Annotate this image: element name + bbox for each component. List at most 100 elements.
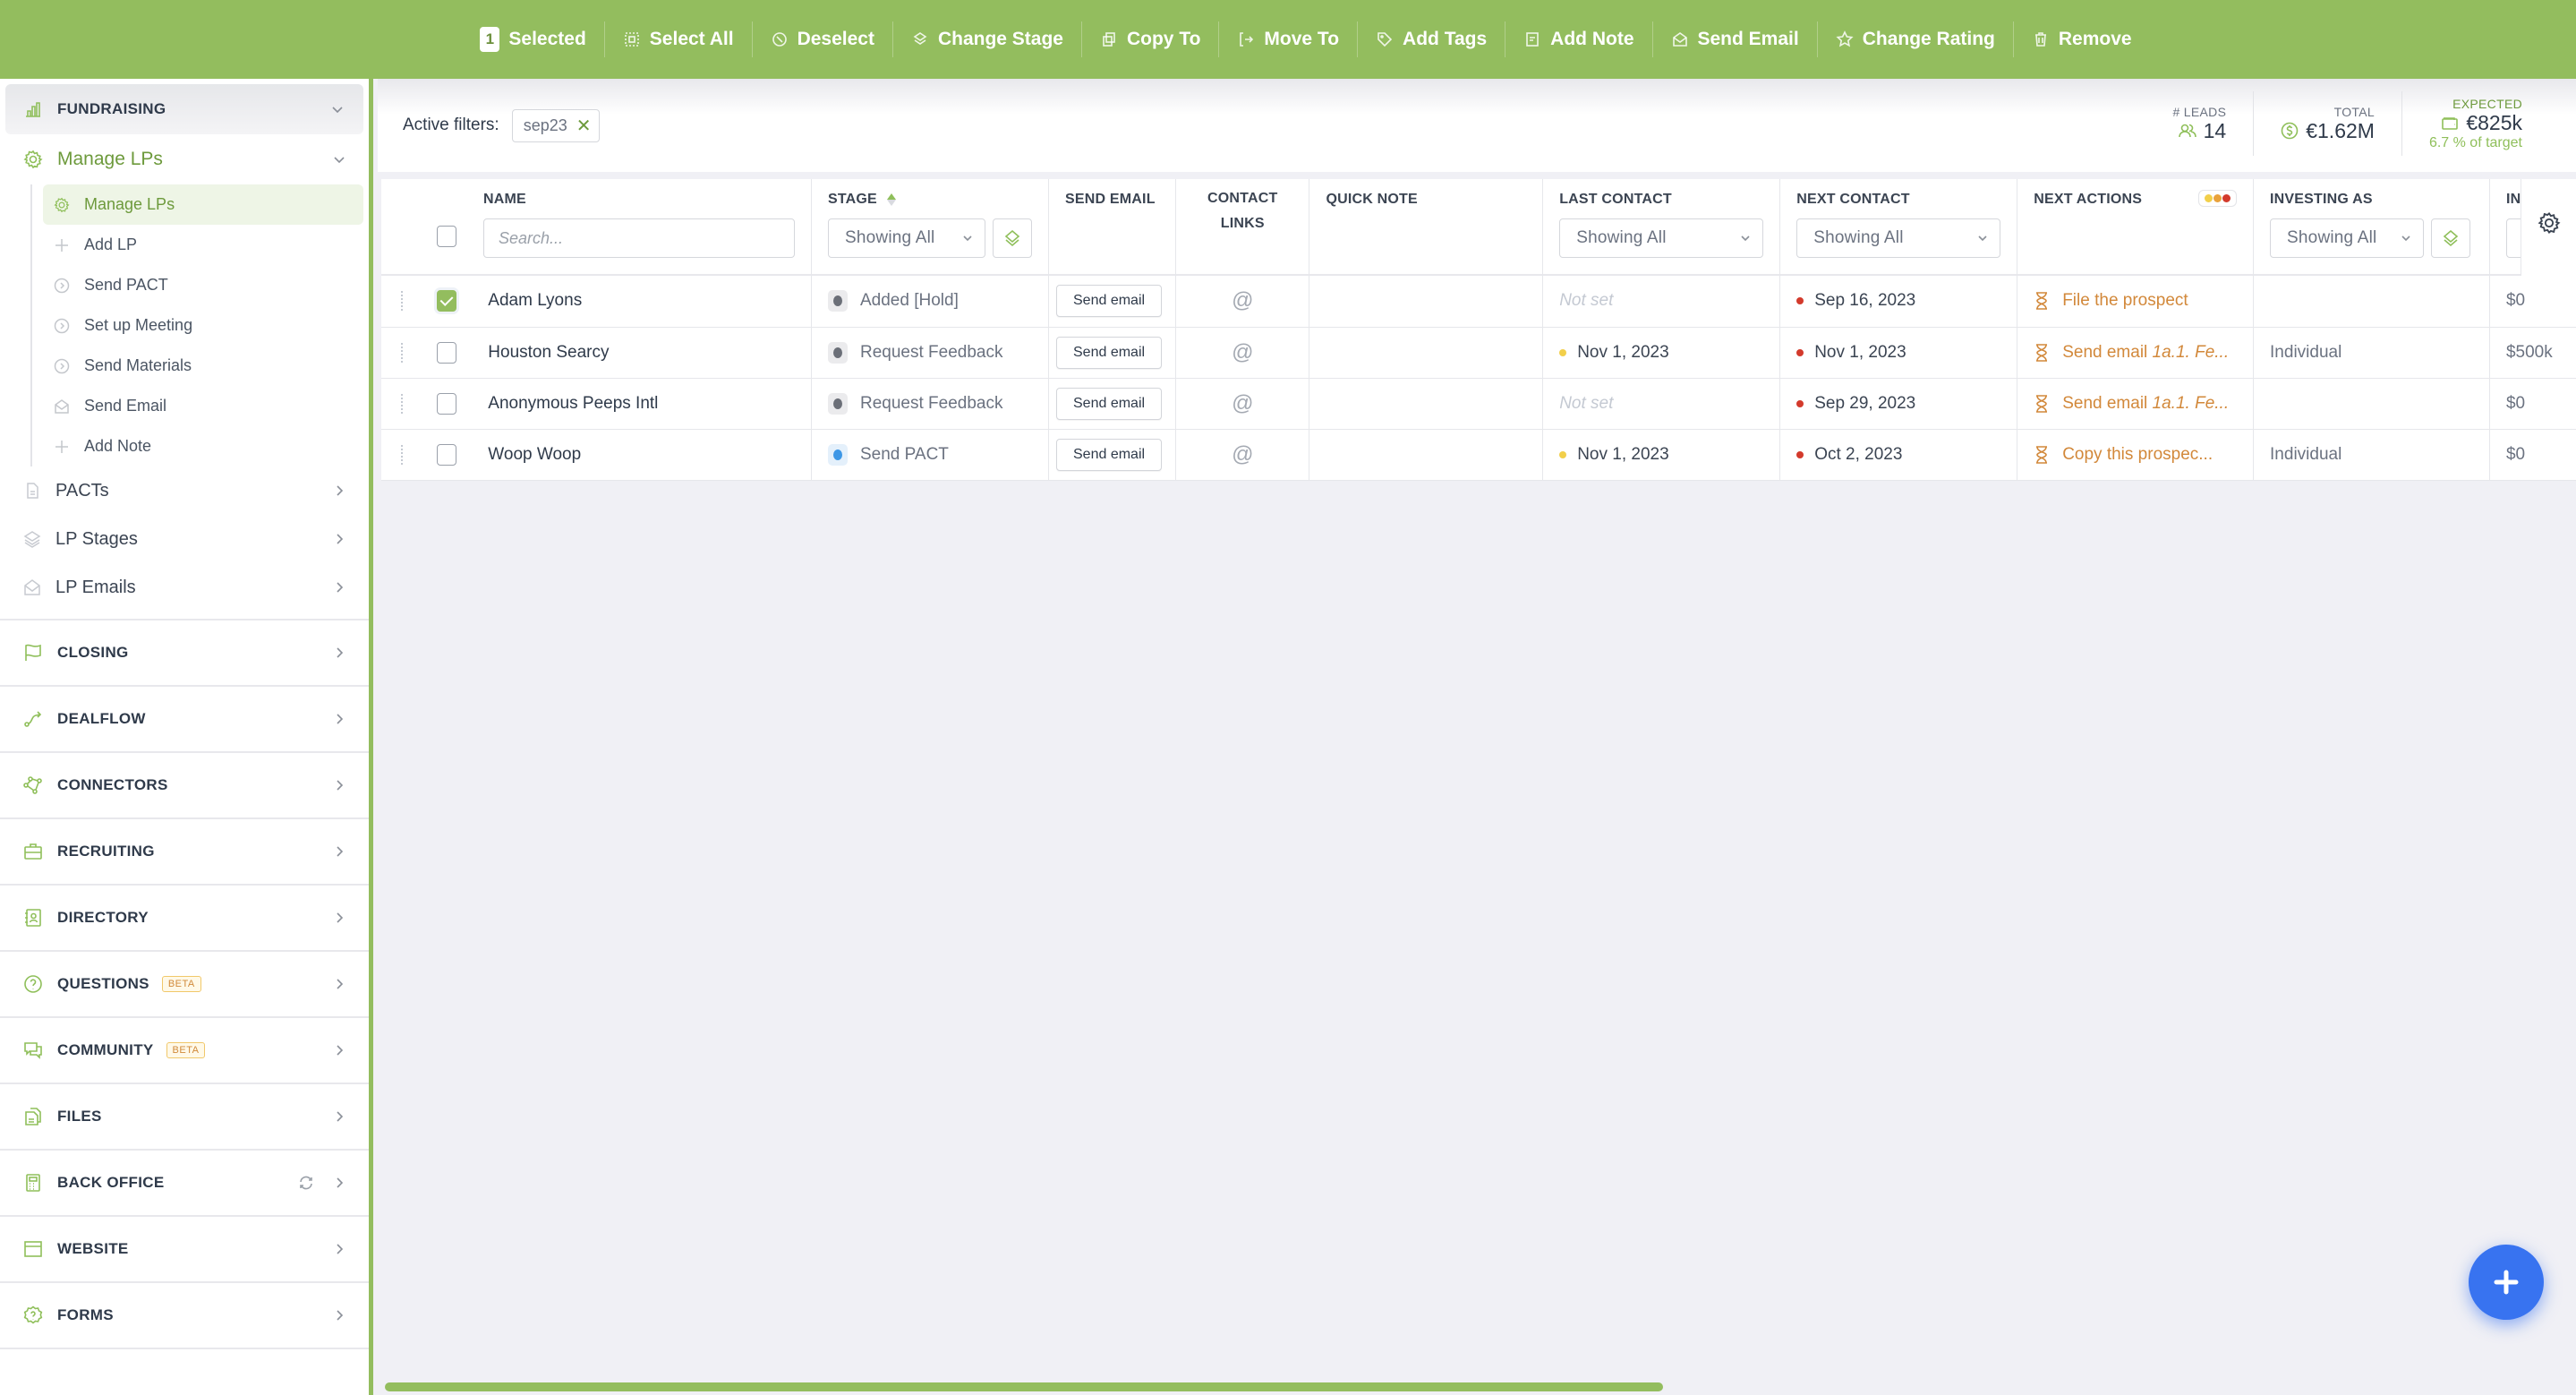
select-all-button[interactable]: Select All (603, 21, 752, 57)
sidebar-section-closing[interactable]: CLOSING (0, 620, 369, 687)
drag-handle-icon[interactable] (401, 393, 405, 414)
sidebar-section-forms[interactable]: FORMS (0, 1283, 369, 1349)
cell-stage[interactable]: Request Feedback (811, 327, 1049, 379)
drag-handle-icon[interactable] (401, 291, 405, 312)
lead-name[interactable]: Adam Lyons (488, 291, 582, 310)
filter-chip[interactable]: sep23 ✕ (511, 108, 600, 142)
copy-to-button[interactable]: Copy To (1080, 21, 1218, 57)
send-email-row-button[interactable]: Send email (1056, 285, 1163, 318)
sidebar-section-questions[interactable]: QUESTIONS BETA (0, 952, 369, 1018)
sync-icon[interactable] (297, 1174, 315, 1192)
name-search-input[interactable] (483, 218, 795, 258)
move-to-button[interactable]: Move To (1218, 21, 1357, 57)
drag-handle-icon[interactable] (401, 444, 405, 465)
sidebar-group-manage-lps[interactable]: Manage LPs (0, 134, 369, 184)
cell-stage[interactable]: Request Feedback (811, 378, 1049, 430)
add-lead-fab-button[interactable] (2469, 1245, 2544, 1320)
sort-ascending-icon[interactable] (886, 193, 896, 206)
table-settings-button[interactable] (2521, 179, 2576, 276)
send-email-row-button[interactable]: Send email (1056, 438, 1163, 471)
lead-name[interactable]: Anonymous Peeps Intl (488, 394, 658, 413)
cell-quick-note[interactable] (1309, 327, 1544, 379)
next-action-link[interactable]: Copy this prospec... (2034, 445, 2237, 465)
investing-as-group-button[interactable] (2431, 218, 2471, 258)
sidebar-section-back-office[interactable]: BACK OFFICE (0, 1151, 369, 1217)
next-action-link[interactable]: Send email 1a.1. Fe... (2034, 343, 2237, 363)
cell-quick-note[interactable] (1309, 276, 1544, 328)
sidebar-section-community[interactable]: COMMUNITY BETA (0, 1018, 369, 1084)
stage-filter-select[interactable]: Showing All (828, 218, 985, 258)
at-sign-icon[interactable]: @ (1232, 391, 1253, 415)
lead-name[interactable]: Houston Searcy (488, 343, 609, 362)
row-checkbox[interactable] (437, 392, 456, 415)
at-sign-icon[interactable]: @ (1232, 442, 1253, 466)
cell-next-contact[interactable]: Oct 2, 2023 (1779, 429, 2018, 481)
table-row[interactable]: Houston Searcy Request Feedback Send ema… (381, 327, 2576, 379)
sidebar-section-recruiting[interactable]: RECRUITING (0, 819, 369, 886)
sidebar-item-send-materials[interactable]: Send Materials (43, 346, 363, 386)
cell-last-contact[interactable]: Not set (1542, 378, 1781, 430)
row-checkbox[interactable] (437, 341, 456, 364)
cell-investing-as[interactable] (2253, 378, 2490, 430)
select-all-checkbox[interactable] (437, 226, 456, 247)
add-tags-button[interactable]: Add Tags (1357, 21, 1505, 57)
column-label[interactable]: STAGE (828, 192, 877, 207)
sidebar-item-add-note[interactable]: Add Note (43, 426, 363, 466)
cell-last-contact[interactable]: Nov 1, 2023 (1542, 429, 1781, 481)
sidebar-item-send-email[interactable]: Send Email (43, 386, 363, 426)
horizontal-scrollbar[interactable] (385, 1382, 1663, 1391)
row-checkbox[interactable] (437, 290, 456, 312)
cell-last-contact[interactable]: Not set (1542, 276, 1781, 328)
send-email-row-button[interactable]: Send email (1056, 387, 1163, 420)
sidebar-section-fundraising[interactable]: FUNDRAISING (5, 84, 363, 134)
at-sign-icon[interactable]: @ (1232, 340, 1253, 364)
sidebar-item-manage-lps[interactable]: Manage LPs (43, 184, 363, 225)
remove-button[interactable]: Remove (2012, 21, 2150, 57)
cell-investing-as[interactable]: Individual (2253, 429, 2490, 481)
cell-stage[interactable]: Send PACT (811, 429, 1049, 481)
sidebar-item-set-up-meeting[interactable]: Set up Meeting (43, 305, 363, 346)
cell-next-contact[interactable]: Sep 16, 2023 (1779, 276, 2018, 328)
stage-group-button[interactable] (993, 218, 1032, 258)
sidebar-section-website[interactable]: WEBSITE (0, 1217, 369, 1283)
investing-as-filter-select[interactable]: Showing All (2270, 218, 2425, 258)
at-sign-icon[interactable]: @ (1232, 288, 1253, 312)
sidebar-item-add-lp[interactable]: Add LP (43, 225, 363, 265)
cell-stage[interactable]: Added [Hold] (811, 276, 1049, 328)
close-icon[interactable]: ✕ (576, 115, 592, 137)
table-row[interactable]: Adam Lyons Added [Hold] Send email @ Not… (381, 276, 2576, 328)
cell-next-contact[interactable]: Sep 29, 2023 (1779, 378, 2018, 430)
table-row[interactable]: Anonymous Peeps Intl Request Feedback Se… (381, 378, 2576, 430)
change-stage-button[interactable]: Change Stage (891, 21, 1081, 57)
deselect-button[interactable]: Deselect (751, 21, 892, 57)
sidebar-item-lp-emails[interactable]: LP Emails (0, 563, 369, 620)
send-email-button[interactable]: Send Email (1651, 21, 1817, 57)
drag-handle-icon[interactable] (401, 342, 405, 363)
sidebar-section-directory[interactable]: DIRECTORY (0, 886, 369, 952)
cell-investing-as[interactable] (2253, 276, 2490, 328)
cell-amount[interactable]: $0 (2489, 378, 2576, 430)
table-row[interactable]: Woop Woop Send PACT Send email @ Nov 1, … (381, 429, 2576, 481)
send-email-row-button[interactable]: Send email (1056, 336, 1163, 369)
cell-quick-note[interactable] (1309, 378, 1544, 430)
cell-next-contact[interactable]: Nov 1, 2023 (1779, 327, 2018, 379)
next-action-link[interactable]: File the prospect (2034, 291, 2237, 311)
last-contact-filter-select[interactable]: Showing All (1559, 218, 1764, 258)
cell-amount[interactable]: $500k (2489, 327, 2576, 379)
cell-amount[interactable]: $0 (2489, 276, 2576, 328)
add-note-button[interactable]: Add Note (1505, 21, 1651, 57)
cell-last-contact[interactable]: Nov 1, 2023 (1542, 327, 1781, 379)
row-checkbox[interactable] (437, 443, 456, 466)
sidebar-item-pacts[interactable]: PACTs (0, 466, 369, 515)
sidebar-section-files[interactable]: FILES (0, 1084, 369, 1151)
priority-filter-button[interactable] (2198, 190, 2238, 207)
sidebar-item-lp-stages[interactable]: LP Stages (0, 515, 369, 563)
next-contact-filter-select[interactable]: Showing All (1796, 218, 2001, 258)
cell-investing-as[interactable]: Individual (2253, 327, 2490, 379)
sidebar-section-dealflow[interactable]: DEALFLOW (0, 687, 369, 753)
cell-quick-note[interactable] (1309, 429, 1544, 481)
sidebar-section-connectors[interactable]: CONNECTORS (0, 753, 369, 819)
change-rating-button[interactable]: Change Rating (1816, 21, 2013, 57)
next-action-link[interactable]: Send email 1a.1. Fe... (2034, 394, 2237, 414)
lead-name[interactable]: Woop Woop (488, 445, 581, 464)
